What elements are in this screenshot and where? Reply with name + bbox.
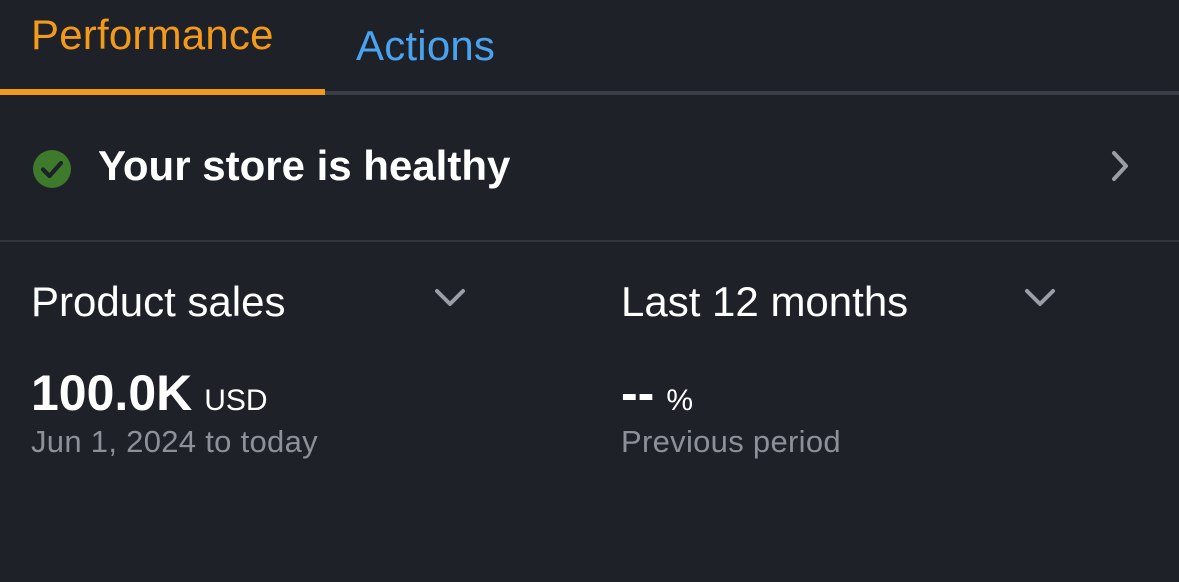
check-circle-icon — [33, 150, 71, 188]
store-performance-screen: Performance Actions Your store is health… — [0, 0, 1179, 582]
tab-actions-label: Actions — [356, 22, 496, 69]
period-selector[interactable]: Last 12 months — [621, 272, 1061, 332]
chevron-down-icon — [435, 289, 465, 306]
change-value: --% — [621, 364, 693, 422]
sales-date-range: Jun 1, 2024 to today — [31, 424, 318, 459]
store-health-text: Your store is healthy — [98, 142, 511, 189]
tab-performance-label: Performance — [31, 11, 274, 58]
comparison-period: Previous period — [621, 424, 841, 459]
change-percent-sign: % — [666, 384, 693, 417]
period-selector-label: Last 12 months — [621, 278, 909, 325]
sales-amount: 100.0K — [31, 365, 193, 421]
chevron-down-icon — [1025, 289, 1055, 306]
store-health-row[interactable]: Your store is healthy — [0, 96, 1179, 240]
metric-selector[interactable]: Product sales — [31, 272, 471, 332]
change-amount: -- — [621, 365, 655, 421]
tab-performance[interactable]: Performance — [0, 0, 325, 92]
tab-bar: Performance Actions — [0, 0, 1179, 96]
section-divider — [0, 240, 1179, 242]
metric-selector-label: Product sales — [31, 278, 286, 325]
active-tab-indicator — [0, 89, 325, 95]
sales-currency: USD — [204, 384, 268, 417]
chevron-right-icon — [1112, 151, 1128, 181]
sales-value: 100.0K USD — [31, 364, 268, 422]
